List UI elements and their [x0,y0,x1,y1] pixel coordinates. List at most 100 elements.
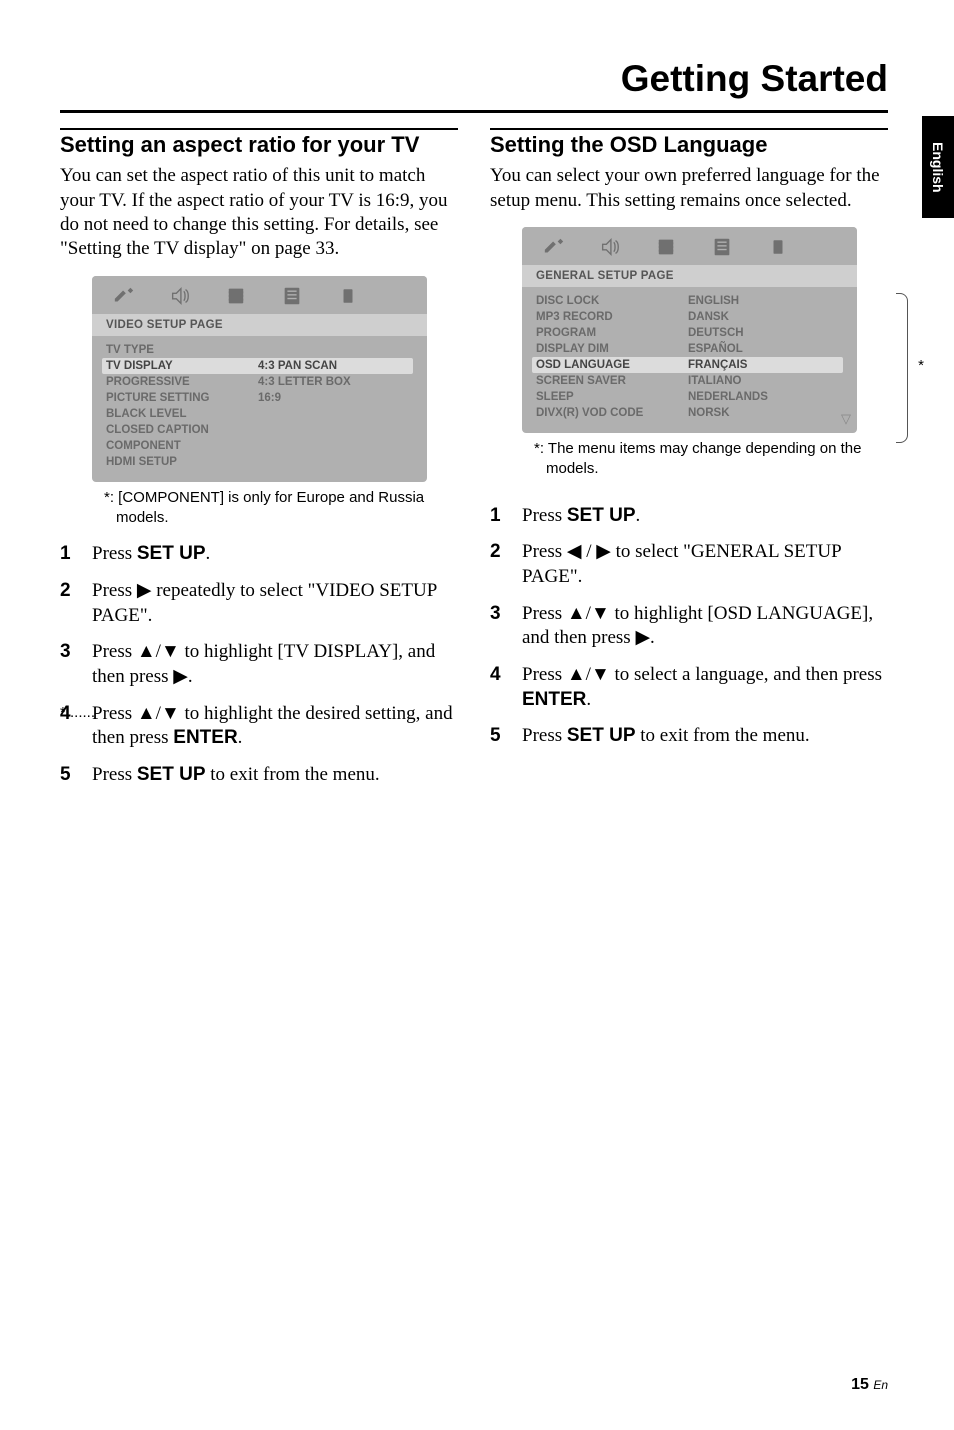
step-number: 3 [490,602,512,651]
menu-tab-icons [92,276,427,314]
step-number: 5 [60,763,82,788]
menu-label: TV TYPE [106,344,258,356]
section-body-left: You can set the aspect ratio of this uni… [60,164,460,261]
menu-items: TV TYPE TV DISPLAY4:3 PAN SCAN PROGRESSI… [92,336,427,482]
steps-left: 1 Press SET UP. 2 Press ▶ repeatedly to … [60,542,460,788]
step: 2 Press ◀ / ▶ to select "GENERAL SETUP P… [490,540,890,589]
step-text: Press ▲/▼ to select a language, and then… [522,663,890,712]
menu-label: SCREEN SAVER [536,375,688,387]
menu-title: VIDEO SETUP PAGE [92,314,427,336]
menu-value: ITALIANO [688,375,741,387]
menu-row: HDMI SETUP [106,454,413,470]
menu-label: DISC LOCK [536,295,688,307]
menu-row: TV DISPLAY4:3 PAN SCAN [102,358,413,374]
menu-label: DISPLAY DIM [536,343,688,355]
step: 1 Press SET UP. [490,504,890,529]
down-arrow-icon: ▽ [841,411,851,427]
section-heading-right: Setting the OSD Language [490,132,890,158]
menu-value: ESPAÑOL [688,343,743,355]
menu-row: SLEEPNEDERLANDS [536,389,843,405]
footnote-right: *: The menu items may change depending o… [546,439,890,480]
menu-value: 4:3 PAN SCAN [258,360,337,372]
menu-row: DIVX(R) VOD CODENORSK [536,405,843,421]
menu-label: PROGRAM [536,327,688,339]
menu-row: SCREEN SAVERITALIANO [536,373,843,389]
steps-right: 1 Press SET UP. 2 Press ◀ / ▶ to select … [490,504,890,750]
menu-row: BLACK LEVEL [106,406,413,422]
menu-label: COMPONENT [106,440,258,452]
general-setup-menu: GENERAL SETUP PAGE DISC LOCKENGLISH MP3 … [522,227,857,433]
step-text: Press ▲/▼ to highlight [OSD LANGUAGE], a… [522,602,890,651]
menu-row: PROGRESSIVE4:3 LETTER BOX [106,374,413,390]
menu-row: DISPLAY DIMESPAÑOL [536,341,843,357]
footnote-marker: * [918,357,924,374]
footnote-left: *: [COMPONENT] is only for Europe and Ru… [116,488,460,529]
footnote-marker: *....... [60,704,95,721]
step-number: 4 [490,663,512,712]
step: 3 Press ▲/▼ to highlight [TV DISPLAY], a… [60,640,460,689]
step: 5 Press SET UP to exit from the menu. [60,763,460,788]
step: 2 Press ▶ repeatedly to select "VIDEO SE… [60,579,460,628]
menu-row: PICTURE SETTING16:9 [106,390,413,406]
list-icon [278,284,306,308]
menu-row: OSD LANGUAGEFRANÇAIS [532,357,843,373]
section-body-right: You can select your own preferred langua… [490,164,890,213]
list-icon [708,235,736,259]
video-setup-menu: VIDEO SETUP PAGE TV TYPE TV DISPLAY4:3 P… [92,276,427,482]
step: 3 Press ▲/▼ to highlight [OSD LANGUAGE],… [490,602,890,651]
step: 4 Press ▲/▼ to highlight the desired set… [60,702,460,751]
menu-label: BLACK LEVEL [106,408,258,420]
section-heading-left: Setting an aspect ratio for your TV [60,132,460,158]
menu-row: DISC LOCKENGLISH [536,293,843,309]
page-header-title: Getting Started [621,58,888,100]
step-number: 2 [60,579,82,628]
left-column: Setting an aspect ratio for your TV You … [60,128,460,800]
menu-row: TV TYPE [106,342,413,358]
menu-tab-icons [522,227,857,265]
menu-value: ENGLISH [688,295,739,307]
step-number: 3 [60,640,82,689]
menu-value: DANSK [688,311,729,323]
menu-row: MP3 RECORDDANSK [536,309,843,325]
menu-label: PROGRESSIVE [106,376,258,388]
menu-row: COMPONENT [106,438,413,454]
menu-label: MP3 RECORD [536,311,688,323]
menu-title: GENERAL SETUP PAGE [522,265,857,287]
step-number: 1 [60,542,82,567]
step-text: Press SET UP. [522,504,890,529]
wrench-icon [110,284,138,308]
speaker-icon [166,284,194,308]
menu-items: DISC LOCKENGLISH MP3 RECORDDANSK PROGRAM… [522,287,857,433]
speaker-icon [596,235,624,259]
step-text: Press SET UP to exit from the menu. [522,724,890,749]
menu-label: TV DISPLAY [106,360,258,372]
menu-value: NEDERLANDS [688,391,768,403]
right-column: Setting the OSD Language You can select … [490,128,890,761]
section-rule [60,128,458,130]
rect-icon [764,235,792,259]
wrench-icon [540,235,568,259]
header-rule [60,110,888,113]
menu-value: FRANÇAIS [688,359,747,371]
menu-row: CLOSED CAPTION [106,422,413,438]
step-text: Press SET UP to exit from the menu. [92,763,460,788]
menu-value: 4:3 LETTER BOX [258,376,351,388]
step-number: 1 [490,504,512,529]
step-text: Press ▲/▼ to highlight the desired setti… [92,702,460,751]
film-icon [652,235,680,259]
section-rule [490,128,888,130]
step-text: Press SET UP. [92,542,460,567]
step-text: Press ▲/▼ to highlight [TV DISPLAY], and… [92,640,460,689]
step-number: 2 [490,540,512,589]
menu-value: DEUTSCH [688,327,744,339]
rect-icon [334,284,362,308]
step: 4 Press ▲/▼ to select a language, and th… [490,663,890,712]
menu-value: NORSK [688,407,730,419]
bracket-icon [896,293,908,443]
menu-label: SLEEP [536,391,688,403]
step-text: Press ◀ / ▶ to select "GENERAL SETUP PAG… [522,540,890,589]
language-tab: English [922,116,954,218]
menu-label: DIVX(R) VOD CODE [536,407,688,419]
step: 5 Press SET UP to exit from the menu. [490,724,890,749]
menu-value: 16:9 [258,392,281,404]
